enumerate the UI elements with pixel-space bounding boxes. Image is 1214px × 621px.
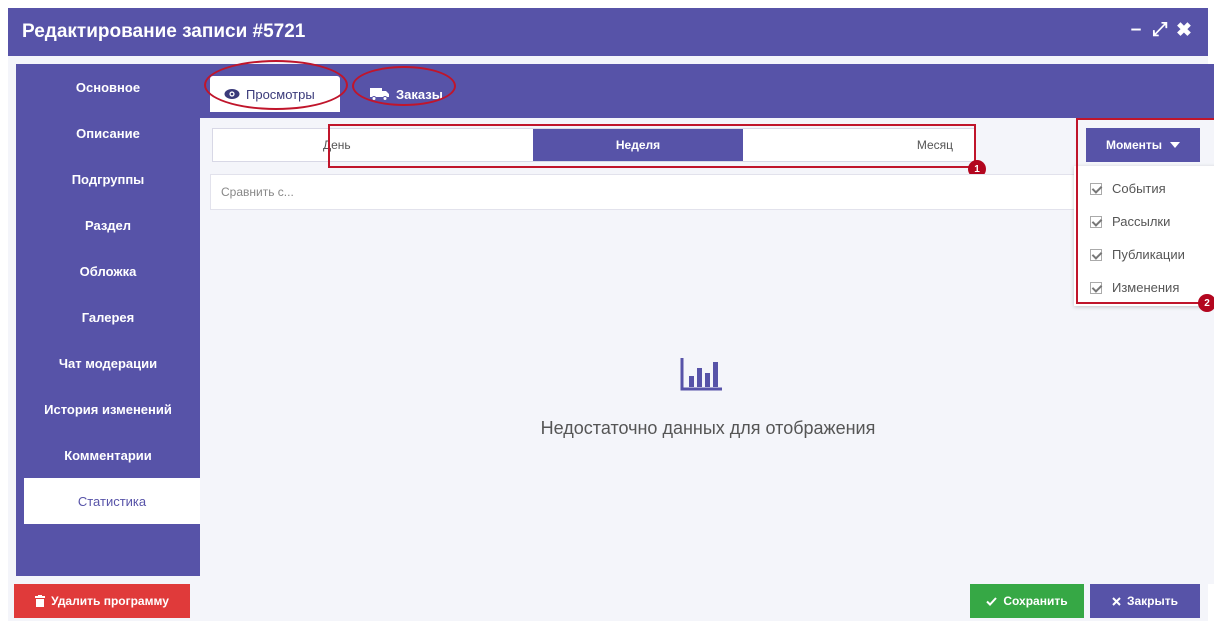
checkbox-icon[interactable]	[1090, 281, 1102, 294]
moments-dropdown-menu: События Рассылки Публикации Изменения	[1074, 166, 1214, 306]
sidebar-item-description[interactable]: Описание	[16, 110, 200, 156]
window-title: Редактирование записи #5721	[22, 21, 306, 42]
save-label: Сохранить	[1003, 594, 1068, 608]
window-footer: Удалить программу Сохранить Закрыть	[8, 576, 1208, 621]
close-label: Закрыть	[1126, 594, 1179, 608]
sidebar-item-gallery[interactable]: Галерея	[16, 294, 200, 340]
checkbox-icon[interactable]	[1090, 182, 1102, 195]
tab-views-label: Просмотры	[246, 86, 315, 102]
period-month[interactable]: Месяц	[743, 129, 975, 161]
edit-record-window: Редактирование записи #5721 – ⤢ ✖ Основн…	[8, 8, 1214, 621]
compare-input[interactable]: Сравнить с...	[210, 174, 1090, 210]
moments-item-label: Изменения	[1112, 280, 1180, 295]
empty-state-message: Недостаточно данных для отображения	[540, 418, 876, 438]
sidebar-item-section[interactable]: Раздел	[16, 202, 200, 248]
stats-tabs: Просмотры Заказы	[200, 60, 1214, 118]
trash-icon	[35, 595, 46, 607]
sidebar-item-subgroups[interactable]: Подгруппы	[16, 156, 200, 202]
moments-button-label: Моменты	[1105, 138, 1163, 152]
moments-item-label: События	[1112, 181, 1166, 196]
window-controls: – ⤢ ✖	[1128, 19, 1192, 42]
close-icon	[1112, 596, 1121, 606]
moments-item-publications[interactable]: Публикации	[1074, 238, 1214, 271]
maximize-icon[interactable]: ⤢	[1152, 19, 1168, 42]
tab-views[interactable]: Просмотры	[210, 76, 340, 112]
truck-icon	[370, 88, 389, 101]
delete-program-button[interactable]: Удалить программу	[14, 584, 190, 618]
eye-icon	[224, 89, 240, 99]
sidebar-item-moderation-chat[interactable]: Чат модерации	[16, 340, 200, 386]
delete-program-label: Удалить программу	[51, 594, 169, 608]
save-button[interactable]: Сохранить	[970, 584, 1084, 618]
checkbox-icon[interactable]	[1090, 215, 1102, 228]
caret-down-icon	[1170, 142, 1181, 148]
close-icon[interactable]: ✖	[1176, 19, 1192, 42]
moments-item-label: Рассылки	[1112, 214, 1171, 229]
minimize-icon[interactable]: –	[1128, 19, 1144, 42]
moments-item-changes[interactable]: Изменения	[1074, 271, 1214, 304]
sidebar: Основное Описание Подгруппы Раздел Облож…	[16, 64, 200, 584]
annotation-badge-2: 2	[1198, 294, 1214, 312]
close-button[interactable]: Закрыть	[1090, 584, 1200, 618]
period-week[interactable]: Неделя	[533, 129, 743, 161]
period-day[interactable]: День	[213, 129, 533, 161]
sidebar-item-cover[interactable]: Обложка	[16, 248, 200, 294]
moments-item-events[interactable]: События	[1074, 172, 1214, 205]
sidebar-item-main[interactable]: Основное	[16, 64, 200, 110]
sidebar-item-change-history[interactable]: История изменений	[16, 386, 200, 432]
bar-chart-icon	[680, 358, 722, 391]
statistics-panel: День Неделя Месяц 1 Сравнить с... Недост…	[200, 118, 1214, 584]
checkmark-icon	[986, 596, 998, 606]
moments-item-label: Публикации	[1112, 247, 1185, 262]
window-titlebar: Редактирование записи #5721 – ⤢ ✖	[8, 8, 1208, 56]
moments-item-mailings[interactable]: Рассылки	[1074, 205, 1214, 238]
tab-orders[interactable]: Заказы	[360, 76, 452, 112]
tab-orders-label: Заказы	[396, 86, 443, 102]
sidebar-item-statistics[interactable]: Статистика	[24, 478, 200, 524]
period-selector: День Неделя Месяц	[212, 128, 976, 162]
moments-dropdown-button[interactable]: Моменты	[1086, 128, 1200, 162]
chart-area: Недостаточно данных для отображения	[200, 228, 1214, 584]
sidebar-item-comments[interactable]: Комментарии	[16, 432, 200, 478]
checkbox-icon[interactable]	[1090, 248, 1102, 261]
